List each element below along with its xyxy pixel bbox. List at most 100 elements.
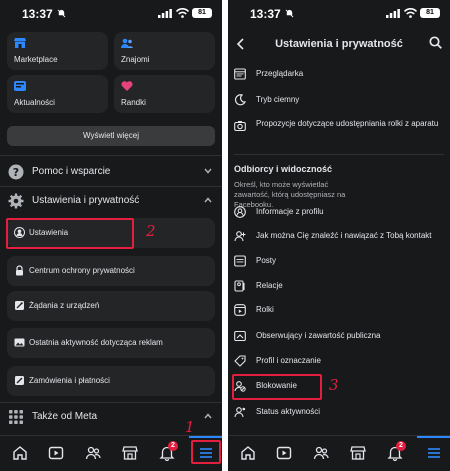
section-title: Odbiorcy i widoczność [234,164,333,174]
device-requests-item[interactable]: Żądania z urządzeń [7,291,215,321]
shortcut-label: Znajomi [121,55,150,64]
dating-icon [121,81,133,91]
reels-icon [234,304,246,316]
orders-payments-item[interactable]: Zamówienia i płatności [7,366,215,396]
shortcut-label: Aktualności [14,98,55,107]
followers-label: Obserwujący i zawartość publiczna [256,331,381,340]
browser-icon [234,68,246,80]
marketplace-nav-icon[interactable] [122,445,138,461]
see-more-button[interactable]: Wyświetl więcej [7,126,215,146]
left-screen: 13:37 81 Marketplace Znajomi Aktualności… [0,0,222,471]
active-tab-indicator [417,436,450,438]
annotation-number-three: 3 [329,376,339,394]
shortcut-friends[interactable]: Znajomi [114,32,215,70]
annotation-box-blocking [232,374,322,400]
posts-row[interactable]: Posty [228,253,450,271]
stories-label: Relacje [256,281,283,290]
home-icon[interactable] [240,445,256,461]
posts-icon [234,255,246,267]
find-contact-label: Jak można Cię znaleźć i nawiązać z Tobą … [256,231,432,240]
help-icon: ? [8,164,24,180]
search-icon[interactable] [429,36,442,49]
video-icon[interactable] [276,445,292,461]
menu-icon[interactable] [426,445,442,461]
grid-icon [9,410,23,424]
profile-info-label: Informacje z profilu [256,207,324,216]
battery-indicator: 81 [192,8,212,18]
followers-row[interactable]: Obserwujący i zawartość publiczna [228,328,450,346]
notification-badge: 2 [168,441,178,451]
marketplace-nav-icon[interactable] [350,445,366,461]
feed-icon [14,81,26,91]
browser-row[interactable]: Przeglądarka [228,66,450,84]
notification-badge: 2 [396,441,406,451]
settings-privacy-row[interactable]: Ustawienia i prywatność [0,190,222,212]
shortcut-dating[interactable]: Randki [114,75,215,113]
wifi-icon [176,8,189,18]
battery-indicator: 81 [420,8,440,18]
dark-mode-label: Tryb ciemny [256,95,300,104]
annotation-number-two: 2 [146,222,156,240]
divider [234,154,444,155]
reels-label: Rolki [256,305,274,314]
ad-activity-icon [14,338,25,347]
status-time: 13:37 [250,7,281,21]
lock-icon [16,265,23,276]
tag-icon [234,355,246,367]
friends-nav-icon[interactable] [313,445,329,461]
stories-row[interactable]: Relacje [228,278,450,296]
device-requests-label: Żądania z urządzeń [29,301,100,310]
right-screen: 13:37 81 Ustawienia i prywatność Przeglą… [228,0,450,471]
divider [0,155,222,156]
followers-icon [234,330,246,342]
also-from-meta-label: Także od Meta [32,411,98,422]
status-bar: 13:37 81 [0,0,222,26]
signal-icon [158,9,172,18]
find-contact-row[interactable]: Jak można Cię znaleźć i nawiązać z Tobą … [228,228,450,246]
reels-row[interactable]: Rolki [228,302,450,320]
shortcut-label: Randki [121,98,146,107]
divider [0,402,222,403]
orders-payments-icon [15,376,24,385]
shortcut-marketplace[interactable]: Marketplace [7,32,108,70]
bottom-nav: 2 [0,435,222,471]
page-header: Ustawienia i prywatność [228,26,450,62]
profile-info-row[interactable]: Informacje z profilu [228,204,450,222]
dark-mode-row[interactable]: Tryb ciemny [228,92,450,110]
profile-tagging-row[interactable]: Profil i oznaczanie [228,353,450,371]
active-tab-indicator [189,436,222,438]
silent-bell-icon [57,9,66,18]
ad-activity-label: Ostatnia aktywność dotycząca reklam [29,338,163,347]
privacy-center-label: Centrum ochrony prywatności [29,266,135,275]
annotation-number-one: 1 [185,418,195,436]
friends-icon [121,38,133,48]
friends-nav-icon[interactable] [85,445,101,461]
help-support-label: Pomoc i wsparcie [32,166,111,177]
chevron-down-icon [204,168,212,174]
camera-roll-label: Propozycje dotyczące udostępniania rolki… [256,119,439,128]
svg-text:?: ? [13,166,19,179]
posts-label: Posty [256,256,277,265]
settings-privacy-label: Ustawienia i prywatność [32,195,140,206]
activity-status-label: Status aktywności [256,407,321,416]
gear-icon [8,193,24,209]
status-time: 13:37 [22,7,53,21]
help-support-row[interactable]: ? Pomoc i wsparcie [0,161,222,183]
page-title: Ustawienia i prywatność [275,38,403,50]
chevron-up-icon [204,197,212,203]
add-person-icon [234,231,246,242]
home-icon[interactable] [12,445,28,461]
profile-tagging-label: Profil i oznaczanie [256,356,321,365]
privacy-center-item[interactable]: Centrum ochrony prywatności [7,256,215,286]
camera-icon [234,121,246,132]
annotation-box-menu [191,440,221,464]
camera-roll-row[interactable]: Propozycje dotyczące udostępniania rolki… [228,116,450,142]
shortcut-feed[interactable]: Aktualności [7,75,108,113]
video-icon[interactable] [48,445,64,461]
bottom-nav: 2 [228,435,450,471]
ad-activity-item[interactable]: Ostatnia aktywność dotycząca reklam [7,328,215,358]
divider [0,186,222,187]
device-requests-icon [15,301,24,310]
wifi-icon [404,8,417,18]
activity-status-row[interactable]: Status aktywności [228,404,450,422]
